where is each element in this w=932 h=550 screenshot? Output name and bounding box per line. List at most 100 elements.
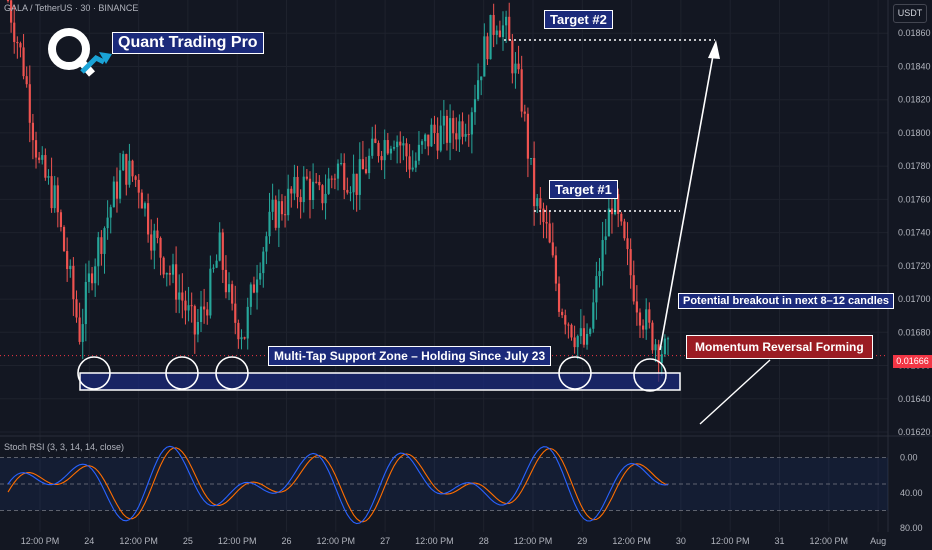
breakout-label: Potential breakout in next 8–12 candles	[678, 293, 895, 309]
candle-body	[642, 325, 645, 330]
candle-body	[240, 337, 243, 340]
candle-body	[514, 63, 517, 74]
candle-body	[539, 198, 542, 209]
candle-body	[486, 36, 489, 60]
candle-body	[162, 257, 165, 275]
candle-body	[330, 178, 333, 180]
time-tick-label: 12:00 PM	[415, 536, 454, 546]
candle-body	[470, 112, 473, 135]
candle-body	[589, 328, 592, 334]
candle-body	[361, 159, 364, 170]
candle-body	[520, 69, 523, 112]
candle-body	[53, 185, 56, 209]
candle-body	[405, 143, 408, 157]
candle-body	[358, 159, 361, 195]
candle-body	[654, 344, 657, 351]
price-chart[interactable]: 0.016200.016400.016600.016800.017000.017…	[0, 0, 932, 550]
candle-body	[399, 141, 402, 146]
candle-body	[657, 344, 660, 363]
candle-body	[548, 223, 551, 243]
candle-body	[100, 237, 103, 254]
candle-body	[604, 236, 607, 241]
price-tick-label: 0.01700	[898, 294, 931, 304]
candle-body	[277, 201, 280, 228]
candle-body	[336, 163, 340, 179]
candle-body	[118, 170, 122, 199]
candle-body	[19, 43, 22, 48]
candle-body	[249, 284, 252, 307]
candle-body	[554, 255, 558, 284]
candle-body	[47, 176, 50, 178]
candle-body	[567, 324, 570, 326]
rsi-tick-label: 0.00	[900, 453, 918, 463]
rsi-tick-label: 40.00	[900, 488, 923, 498]
candle-body	[402, 143, 405, 146]
price-tick-label: 0.01840	[898, 61, 931, 71]
candle-body	[368, 155, 371, 174]
candle-body	[199, 306, 203, 322]
candle-body	[505, 16, 508, 26]
candle-body	[536, 198, 539, 207]
candle-body	[489, 15, 492, 60]
candle-body	[458, 121, 461, 140]
time-tick-label: 30	[676, 536, 686, 546]
candle-body	[455, 133, 458, 140]
candle-body	[645, 309, 648, 330]
candle-body	[424, 134, 427, 142]
candle-body	[259, 273, 262, 280]
candle-body	[442, 115, 445, 126]
candle-body	[187, 305, 190, 311]
candle-body	[511, 40, 514, 74]
candle-body	[352, 173, 355, 193]
candle-body	[41, 155, 44, 160]
candle-body	[16, 41, 19, 44]
candle-body	[90, 273, 94, 284]
time-tick-label: 12:00 PM	[119, 536, 158, 546]
candle-body	[380, 156, 383, 161]
candle-body	[386, 140, 389, 154]
candle-body	[209, 268, 212, 316]
candle-body	[321, 185, 324, 204]
candle-body	[408, 156, 411, 170]
time-tick-label: 27	[380, 536, 390, 546]
candle-body	[237, 322, 240, 340]
candle-body	[265, 236, 268, 252]
price-tick-label: 0.01620	[898, 427, 931, 437]
price-tick-label: 0.01760	[898, 194, 931, 204]
candle-body	[190, 305, 193, 307]
candle-body	[112, 181, 115, 208]
candle-body	[579, 328, 582, 337]
candle-body	[125, 154, 128, 185]
candle-body	[25, 76, 28, 85]
candle-body	[6, 0, 10, 1]
candle-body	[327, 178, 330, 194]
candle-body	[318, 181, 321, 186]
candle-body	[305, 176, 308, 179]
candle-body	[62, 227, 66, 252]
candle-body	[22, 47, 25, 77]
rsi-tick-label: 80.00	[900, 523, 923, 533]
price-tick-label: 0.01640	[898, 394, 931, 404]
price-tick-label: 0.01740	[898, 228, 931, 238]
candle-body	[106, 217, 109, 229]
candle-body	[411, 167, 414, 170]
candle-body	[84, 281, 87, 325]
candle-body	[374, 138, 377, 143]
candle-body	[620, 213, 623, 222]
candle-body	[461, 121, 464, 137]
currency-button[interactable]: USDT	[893, 4, 927, 23]
candle-body	[283, 214, 287, 216]
candle-body	[561, 311, 564, 316]
candle-body	[280, 201, 284, 215]
candle-body	[168, 273, 171, 275]
candle-body	[150, 234, 153, 251]
candle-body	[557, 283, 561, 312]
candle-body	[529, 158, 533, 160]
candle-body	[607, 208, 610, 237]
target1-label: Target #1	[549, 180, 618, 199]
candle-body	[635, 301, 638, 313]
candle-body	[75, 299, 78, 318]
indicator-label: Stoch RSI (3, 3, 14, 14, close)	[4, 442, 125, 452]
candle-body	[234, 303, 237, 323]
candle-body	[147, 203, 150, 235]
